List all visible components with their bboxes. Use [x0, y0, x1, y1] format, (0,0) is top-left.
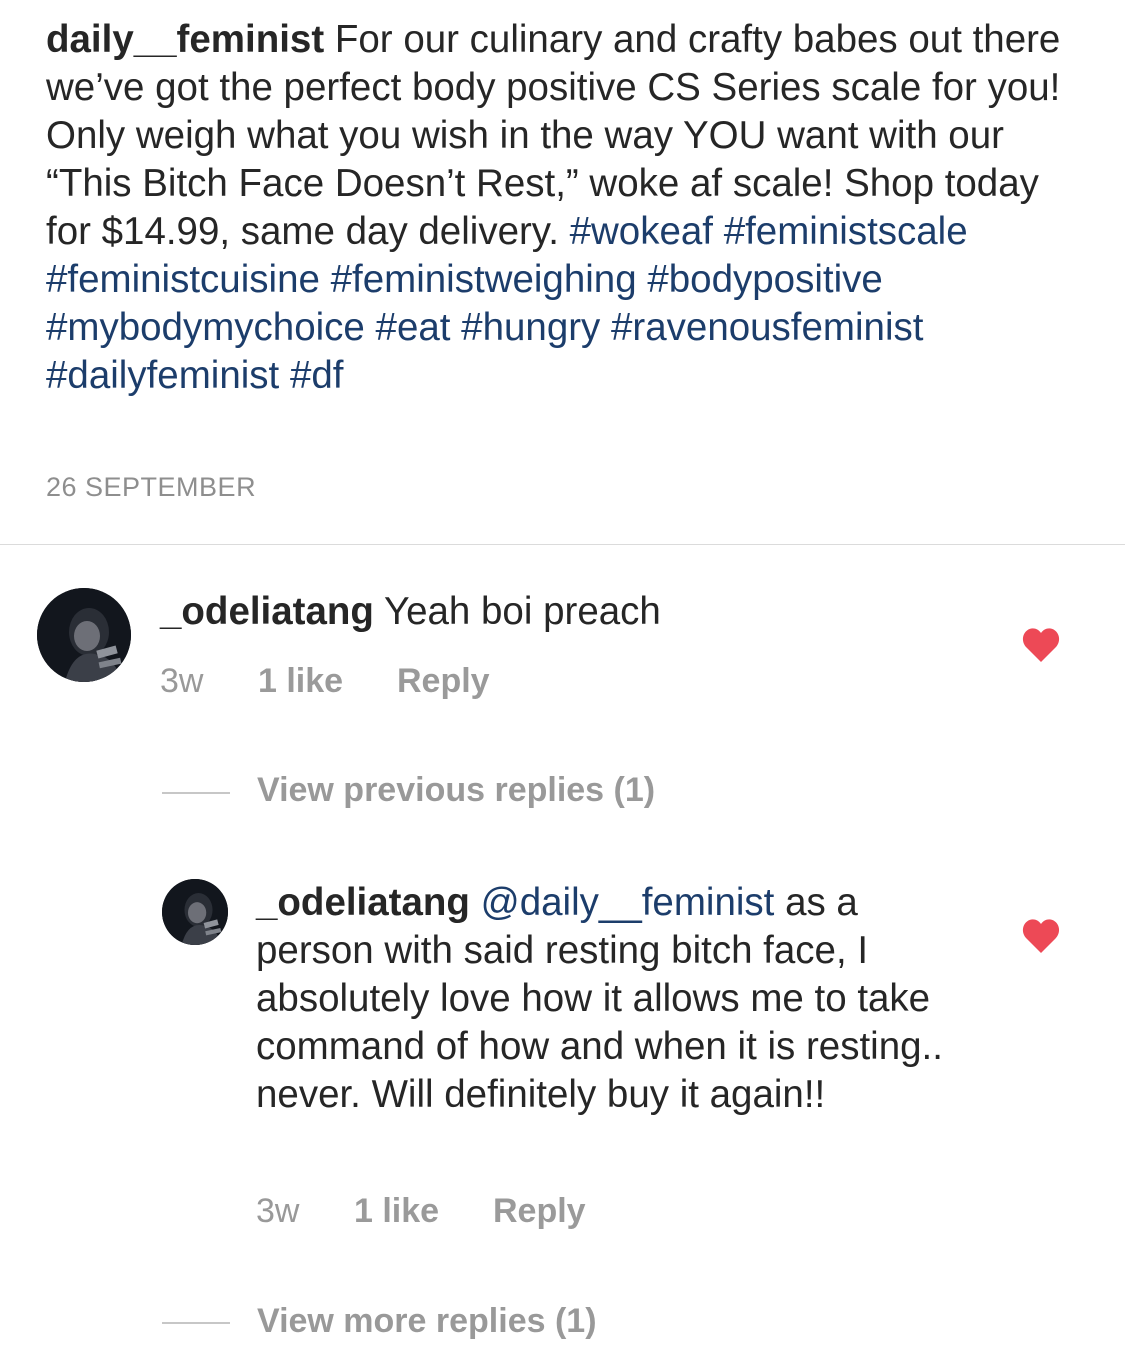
hashtag[interactable]: #feministscale [724, 210, 968, 253]
view-previous-replies-button[interactable]: View previous replies (1) [257, 771, 655, 810]
reply-text: _odeliatang @daily__feminist as a person… [256, 879, 971, 1119]
post-caption: daily__feminist For our culinary and cra… [46, 16, 1086, 400]
mention-link[interactable]: @daily__feminist [481, 881, 775, 924]
reply-button[interactable]: Reply [397, 662, 490, 701]
reply-meta: 3w 1 like Reply [256, 1192, 586, 1231]
avatar[interactable] [37, 588, 131, 682]
hashtag[interactable]: #feministweighing [331, 258, 637, 301]
heart-icon[interactable] [1021, 627, 1061, 663]
heart-icon[interactable] [1021, 918, 1061, 954]
comment-likes[interactable]: 1 like [258, 662, 397, 701]
post-timestamp: 26 SEPTEMBER [46, 472, 257, 502]
hashtag[interactable]: #feministcuisine [46, 258, 320, 301]
comment-username[interactable]: _odeliatang [160, 590, 374, 633]
heart-icon-shape [1022, 919, 1060, 953]
divider [0, 544, 1125, 545]
hashtag[interactable]: #bodypositive [647, 258, 882, 301]
view-more-replies-button[interactable]: View more replies (1) [257, 1302, 597, 1341]
hashtag[interactable]: #eat [376, 306, 451, 349]
reply-username[interactable]: _odeliatang [256, 881, 470, 924]
reply-button[interactable]: Reply [493, 1192, 586, 1231]
thread-line [162, 1322, 230, 1324]
comment-meta: 3w 1 like Reply [160, 662, 490, 701]
hashtag[interactable]: #wokeaf [570, 210, 713, 253]
reply-time: 3w [256, 1192, 300, 1230]
comment-text: _odeliatang Yeah boi preach [160, 588, 960, 636]
hashtag[interactable]: #ravenousfeminist [611, 306, 923, 349]
avatar-image [162, 879, 228, 945]
hashtag[interactable]: #df [290, 354, 344, 397]
hashtag[interactable]: #hungry [461, 306, 600, 349]
reply-likes[interactable]: 1 like [354, 1192, 493, 1231]
hashtag[interactable]: #dailyfeminist [46, 354, 279, 397]
avatar[interactable] [162, 879, 228, 945]
comment-time: 3w [160, 662, 204, 700]
avatar-image [37, 588, 131, 682]
hashtag[interactable]: #mybodymychoice [46, 306, 365, 349]
post-username[interactable]: daily__feminist [46, 18, 324, 61]
heart-icon-shape [1022, 628, 1060, 662]
comment-body: Yeah boi preach [373, 590, 661, 633]
thread-line [162, 792, 230, 794]
